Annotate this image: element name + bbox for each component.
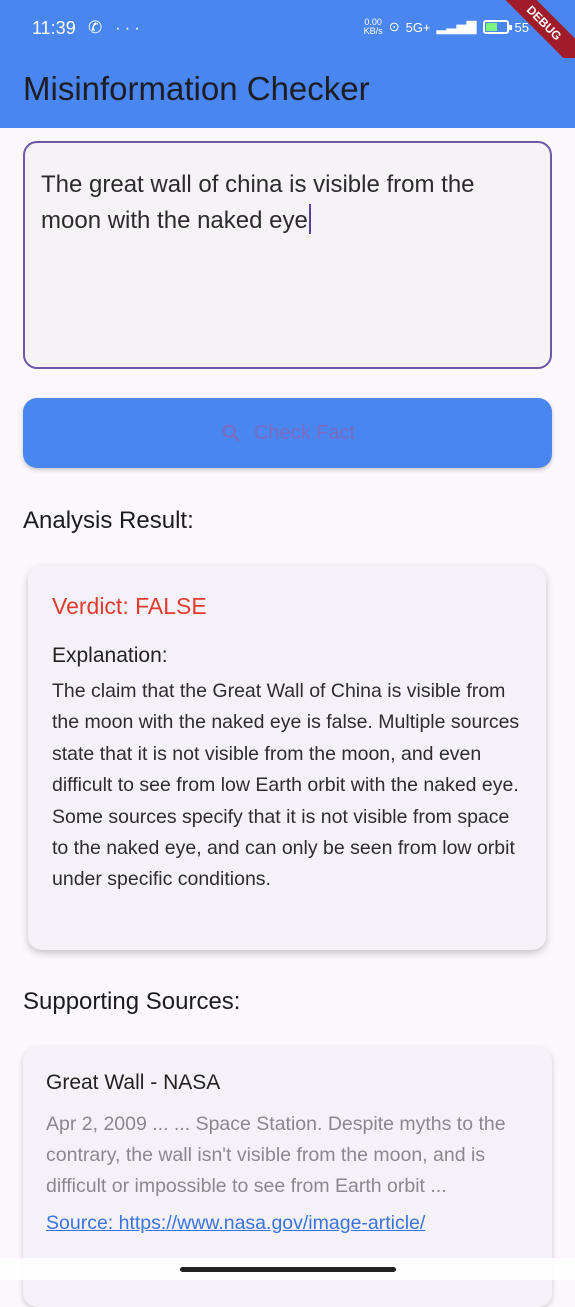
- result-card: Verdict: FALSE Explanation: The claim th…: [28, 566, 546, 950]
- check-fact-button[interactable]: Check Fact: [23, 398, 552, 468]
- status-time: 11:39: [32, 18, 76, 38]
- home-indicator[interactable]: [180, 1267, 396, 1272]
- sources-heading: Supporting Sources:: [23, 988, 241, 1015]
- source-link[interactable]: Source: https://www.nasa.gov/image-artic…: [46, 1212, 529, 1235]
- status-bar: 11:39 ✆ ··· 0.00 KB/s ⊙ 5G+ ▂▃▅▇ 55 DEBU…: [0, 0, 575, 77]
- status-indicators: 0.00 KB/s ⊙ 5G+ ▂▃▅▇ 55: [364, 18, 529, 36]
- notification-icons: ✆ ···: [88, 18, 144, 37]
- battery-fill: [485, 23, 497, 31]
- app-bar: Misinformation Checker: [0, 58, 575, 128]
- check-fact-label: Check Fact: [253, 421, 356, 444]
- text-cursor: [308, 204, 311, 234]
- source-title: Great Wall - NASA: [46, 1071, 221, 1094]
- claim-input-text: The great wall of china is visible from …: [41, 171, 475, 234]
- app-title: Misinformation Checker: [23, 70, 370, 107]
- explanation-text: The claim that the Great Wall of China i…: [52, 680, 520, 891]
- network-speed: 0.00 KB/s: [364, 18, 383, 36]
- explanation-title: Explanation:: [52, 644, 168, 667]
- claim-input[interactable]: The great wall of china is visible from …: [23, 141, 552, 369]
- hotspot-icon: ⊙: [388, 19, 400, 34]
- search-icon: [222, 424, 240, 442]
- network-type: 5G+: [405, 19, 431, 35]
- battery-icon: [482, 20, 512, 34]
- signal-icon: ▂▃▅▇: [436, 19, 477, 34]
- network-speed-unit: KB/s: [363, 26, 383, 36]
- verdict-label: Verdict: FALSE: [52, 593, 207, 619]
- analysis-heading: Analysis Result:: [23, 507, 194, 534]
- source-snippet: Apr 2, 2009 ... ... Space Station. Despi…: [46, 1113, 506, 1197]
